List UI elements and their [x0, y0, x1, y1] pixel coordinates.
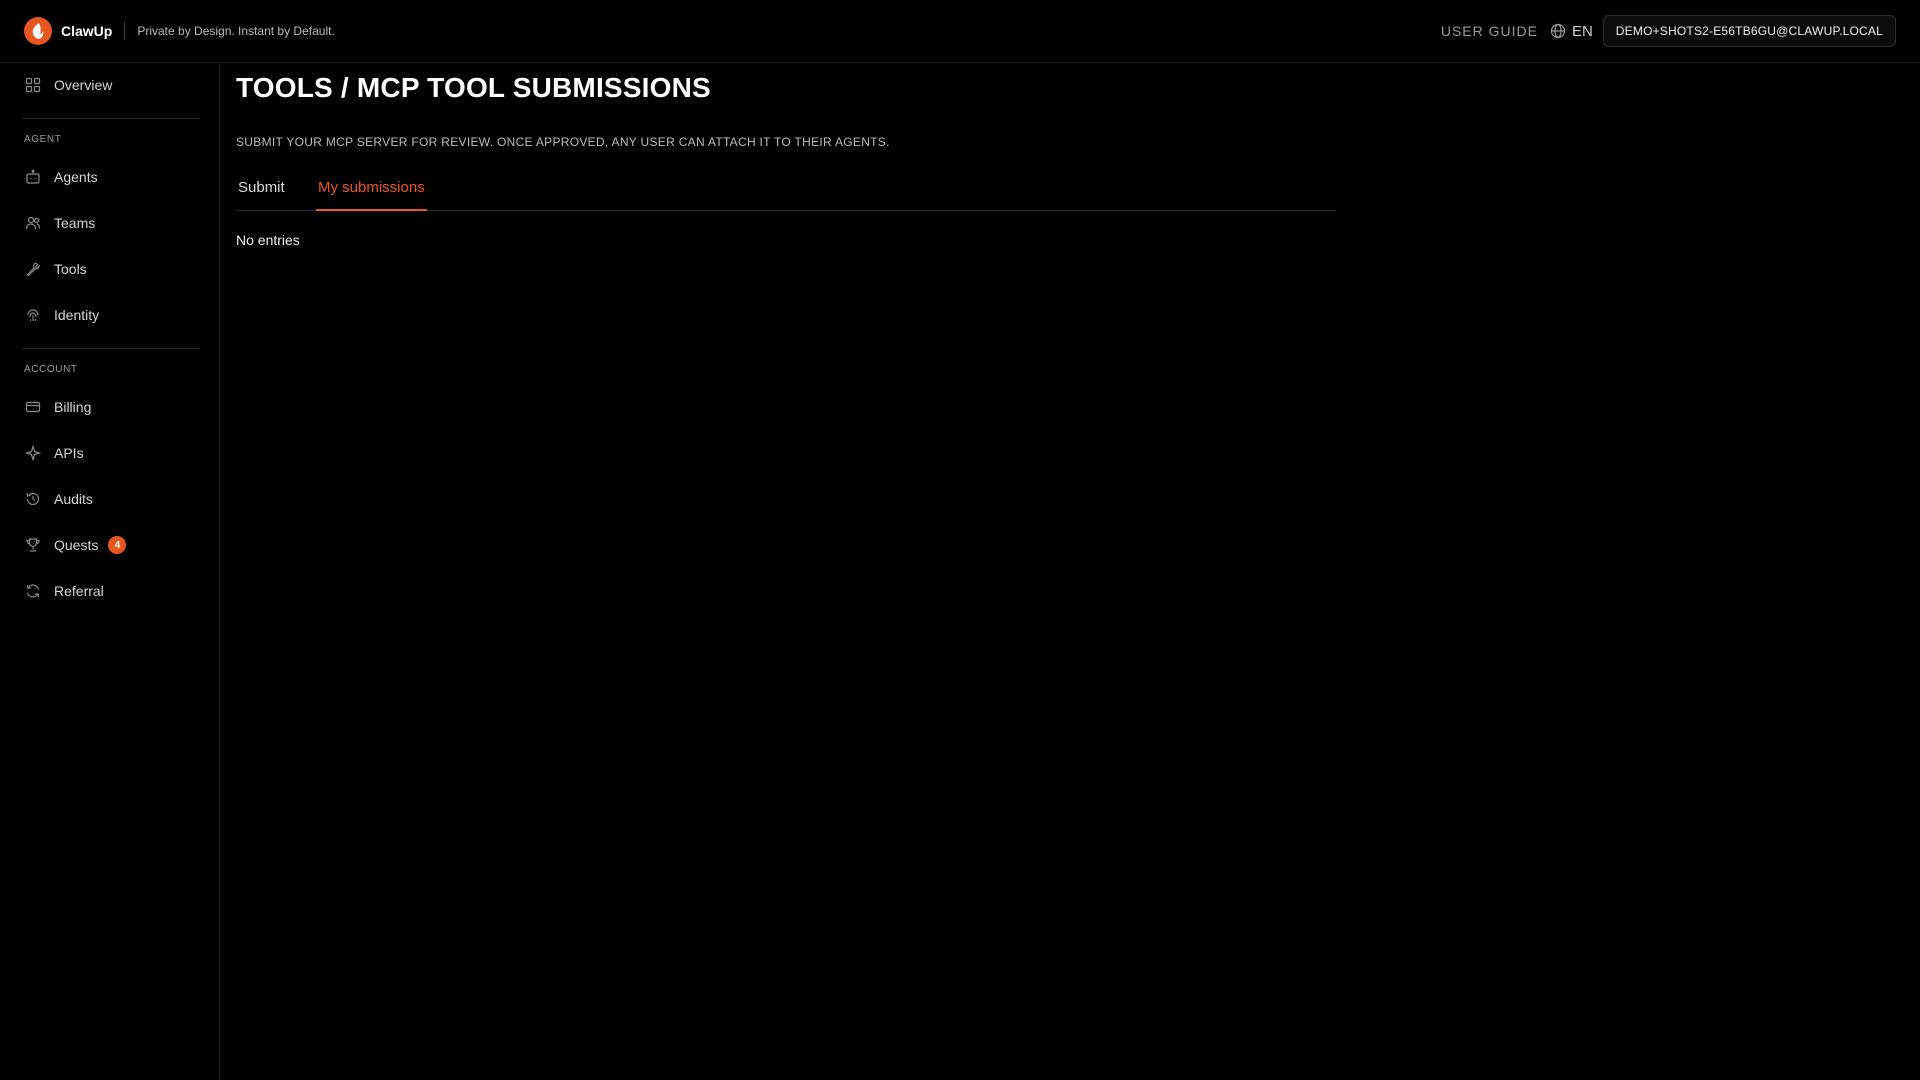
users-icon: [24, 214, 42, 232]
sidebar-item-label: Quests: [54, 537, 99, 553]
sidebar-item-label: Teams: [54, 215, 96, 231]
brand[interactable]: ClawUp: [24, 17, 112, 45]
sparkle-icon: [24, 444, 42, 462]
sidebar-item-label: Audits: [54, 491, 93, 507]
globe-icon: [1550, 23, 1566, 39]
sidebar-item-label: APIs: [54, 445, 84, 461]
credit-card-icon: [24, 398, 42, 416]
history-icon: [24, 490, 42, 508]
sidebar-item-apis[interactable]: APIs: [24, 442, 84, 464]
user-guide-link[interactable]: USER GUIDE: [1441, 23, 1538, 39]
empty-state-message: No entries: [236, 232, 300, 248]
sidebar-item-quests[interactable]: Quests 4: [24, 534, 127, 556]
brand-divider: [124, 22, 126, 40]
brand-name: ClawUp: [61, 23, 113, 39]
trophy-icon: [24, 536, 42, 554]
sidebar-item-label: Billing: [54, 399, 92, 415]
sidebar: Overview AGENT Agents Teams Tools Identi…: [0, 63, 220, 1080]
sidebar-divider: [22, 348, 200, 349]
sidebar-item-label: Identity: [54, 307, 100, 323]
sidebar-item-tools[interactable]: Tools: [24, 258, 87, 280]
robot-icon: [24, 168, 42, 186]
tab-submit[interactable]: Submit: [236, 176, 287, 211]
language-label: EN: [1571, 22, 1593, 40]
tab-my-submissions[interactable]: My submissions: [316, 176, 427, 211]
sidebar-item-overview[interactable]: Overview: [24, 74, 112, 96]
section-label-agent: AGENT: [24, 134, 62, 145]
refresh-icon: [24, 582, 42, 600]
sidebar-item-referral[interactable]: Referral: [24, 580, 104, 602]
page-description: SUBMIT YOUR MCP SERVER FOR REVIEW. ONCE …: [236, 135, 890, 149]
sidebar-item-audits[interactable]: Audits: [24, 488, 93, 510]
top-bar: ClawUp Private by Design. Instant by Def…: [0, 0, 1920, 63]
grid-icon: [24, 76, 42, 94]
sidebar-item-label: Agents: [54, 169, 98, 185]
wrench-icon: [24, 260, 42, 278]
sidebar-divider: [22, 118, 200, 119]
sidebar-item-teams[interactable]: Teams: [24, 212, 95, 234]
sidebar-item-label: Overview: [54, 77, 113, 93]
quests-badge: 4: [108, 536, 127, 554]
account-button[interactable]: DEMO+SHOTS2-E56TB6GU@CLAWUP.LOCAL: [1602, 15, 1896, 47]
page-title: TOOLS / MCP TOOL SUBMISSIONS: [236, 72, 711, 103]
fingerprint-icon: [24, 306, 42, 324]
sidebar-item-label: Tools: [54, 261, 87, 277]
sidebar-item-label: Referral: [54, 583, 104, 599]
sidebar-item-billing[interactable]: Billing: [24, 396, 91, 418]
sidebar-item-agents[interactable]: Agents: [24, 166, 98, 188]
tagline: Private by Design. Instant by Default.: [137, 24, 335, 38]
language-selector[interactable]: EN: [1550, 23, 1593, 40]
tab-bar: Submit My submissions: [236, 176, 1336, 211]
section-label-account: ACCOUNT: [24, 364, 78, 375]
clawup-logo-icon: [24, 17, 52, 45]
sidebar-item-identity[interactable]: Identity: [24, 304, 99, 326]
